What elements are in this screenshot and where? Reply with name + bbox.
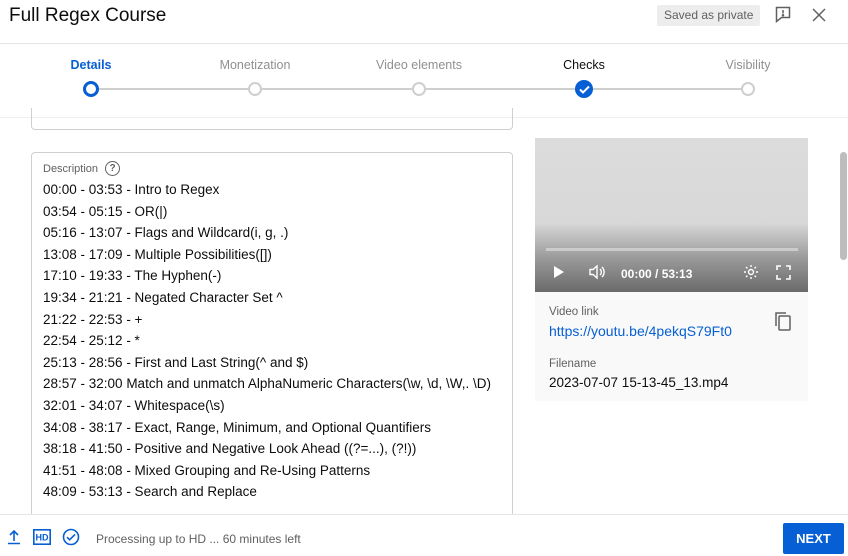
description-line: 00:00 - 03:53 - Intro to Regex (43, 182, 220, 197)
video-progress-bar[interactable] (546, 248, 798, 251)
step-video-elements[interactable]: Video elements (359, 58, 479, 72)
description-line: 38:18 - 41:50 - Positive and Negative Lo… (43, 441, 417, 457)
video-time: 00:00 / 53:13 (621, 267, 693, 281)
description-field[interactable]: Description ? 00:00 - 03:53 - Intro to R… (31, 152, 513, 522)
description-line: 13:08 - 17:09 - Multiple Possibilities([… (43, 246, 272, 262)
next-button[interactable]: NEXT (783, 523, 844, 554)
description-line: 25:13 - 28:56 - First and Last String(^ … (43, 354, 309, 370)
processing-status: Processing up to HD ... 60 minutes left (96, 532, 301, 546)
settings-gear-icon[interactable] (741, 262, 761, 282)
close-icon[interactable] (809, 5, 829, 25)
dialog-title: Full Regex Course (9, 5, 167, 26)
video-link[interactable]: https://youtu.be/4pekqS79Ft0 (549, 323, 732, 339)
feedback-icon[interactable] (773, 5, 793, 25)
upload-stepper (0, 44, 848, 118)
dialog-footer: HD Processing up to HD ... 60 minutes le… (0, 514, 848, 556)
description-line: 41:51 - 48:08 - Mixed Grouping and Re-Us… (43, 462, 371, 478)
play-icon[interactable] (549, 262, 569, 282)
volume-icon[interactable] (587, 262, 607, 282)
step-video-elements-dot[interactable] (412, 82, 426, 96)
step-checks[interactable]: Checks (524, 58, 644, 72)
description-line: 03:54 - 05:15 - OR(|) (43, 203, 168, 219)
saved-status-badge: Saved as private (657, 5, 761, 26)
description-line: 21:22 - 22:53 - + (43, 311, 143, 327)
description-line: 17:10 - 19:33 - The Hyphen(-) (43, 268, 222, 284)
description-line: 32:01 - 34:07 - Whitespace(\s) (43, 397, 225, 413)
dialog-header: Full Regex Course Saved as private (0, 0, 848, 44)
step-visibility-dot[interactable] (741, 82, 755, 96)
scrollbar-thumb[interactable] (840, 152, 847, 260)
stepper-connector (584, 88, 748, 90)
filename-value: 2023-07-07 15-13-45_13.mp4 (549, 375, 729, 390)
video-link-label: Video link (549, 306, 599, 318)
step-monetization-dot[interactable] (248, 82, 262, 96)
video-info-panel: Video link https://youtu.be/4pekqS79Ft0 … (535, 292, 808, 401)
description-text[interactable]: 00:00 - 03:53 - Intro to Regex 03:54 - 0… (43, 179, 512, 503)
stepper-connector (419, 88, 584, 90)
step-monetization[interactable]: Monetization (195, 58, 315, 72)
description-label: Description ? (43, 161, 121, 176)
fullscreen-icon[interactable] (773, 262, 793, 282)
description-line: 34:08 - 38:17 - Exact, Range, Minimum, a… (43, 419, 431, 435)
stepper-connector (255, 88, 419, 90)
step-details-dot[interactable] (83, 81, 99, 97)
step-visibility[interactable]: Visibility (688, 58, 808, 72)
step-details[interactable]: Details (31, 58, 151, 72)
upload-icon[interactable] (5, 528, 23, 546)
description-line: 19:34 - 21:21 - Negated Character Set ^ (43, 289, 283, 305)
help-icon[interactable]: ? (105, 161, 121, 176)
description-line: 22:54 - 25:12 - * (43, 333, 140, 349)
title-field[interactable] (31, 108, 513, 130)
video-player[interactable]: 00:00 / 53:13 (535, 138, 808, 292)
copy-icon[interactable] (774, 311, 794, 333)
description-line: 05:16 - 13:07 - Flags and Wildcard(i, g,… (43, 225, 289, 241)
filename-label: Filename (549, 358, 597, 370)
description-line: 28:57 - 32:00 Match and unmatch AlphaNum… (43, 376, 491, 392)
description-line: 48:09 - 53:13 - Search and Replace (43, 484, 257, 500)
check-circle-icon[interactable] (61, 528, 80, 546)
hd-icon[interactable]: HD (32, 528, 52, 546)
step-checks-check-icon[interactable] (575, 80, 593, 98)
stepper-connector (91, 88, 255, 90)
hd-badge-text: HD (36, 533, 49, 543)
